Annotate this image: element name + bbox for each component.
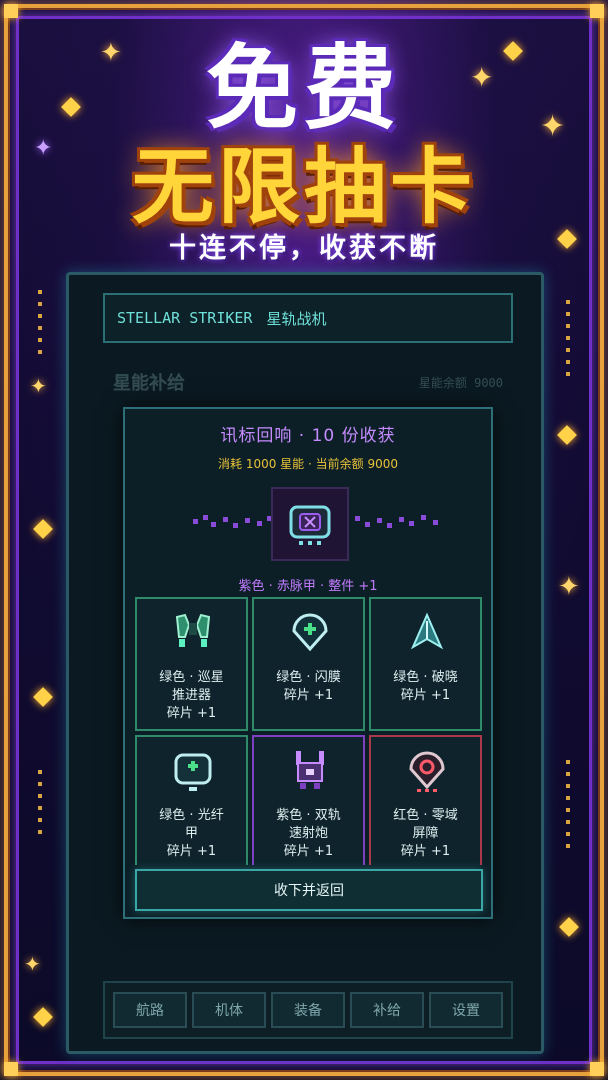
cannon-icon <box>296 751 324 789</box>
nav-ship[interactable]: 机体 <box>192 992 266 1028</box>
card-text: 绿色 · 破晓 碎片 +1 <box>393 670 458 703</box>
card-text: 绿色 · 巡星 推进器 碎片 +1 <box>159 670 224 721</box>
result-card[interactable]: 绿色 · 破晓 碎片 +1 <box>369 597 482 731</box>
sparkle-trail-left <box>189 513 279 529</box>
result-card[interactable]: 绿色 · 巡星 推进器 碎片 +1 <box>135 597 248 731</box>
dot-rail <box>38 290 42 362</box>
result-grid: 绿色 · 巡星 推进器 碎片 +1 绿色 · 闪膜 碎片 +1 绿色 · 破晓 … <box>135 597 483 865</box>
dot-rail <box>38 770 42 842</box>
card-text: 红色 · 零域 屏障 碎片 +1 <box>393 808 458 859</box>
modal-title: 讯标回响 · 10 份收获 <box>220 426 396 446</box>
nav-equipment[interactable]: 装备 <box>271 992 345 1028</box>
promo-subtitle: 十连不停，收获不断 <box>169 233 439 264</box>
result-card[interactable]: 绿色 · 闪膜 碎片 +1 <box>252 597 365 731</box>
frame-corner <box>590 1062 604 1076</box>
barrier-icon <box>409 751 445 792</box>
promo-title-main: 无限抽卡 <box>131 140 476 235</box>
dot-rail <box>566 760 570 856</box>
featured-label: 紫色 · 赤脉甲 · 整件 +1 <box>238 579 378 594</box>
result-card[interactable]: 绿色 · 光纤甲碎片 +1 <box>135 735 248 865</box>
nav-settings[interactable]: 设置 <box>429 992 503 1028</box>
supply-section-header: 星能补给 星能余额 9000 <box>113 367 503 397</box>
app-name-en: STELLAR STRIKER <box>117 309 253 327</box>
nav-supply[interactable]: 补给 <box>350 992 424 1028</box>
section-title: 星能补给 <box>113 373 185 394</box>
shield-emblem-icon <box>289 505 331 545</box>
card-text: 紫色 · 双轨 速射炮 碎片 +1 <box>276 808 341 859</box>
sparkle-icon: ✦ <box>558 572 580 602</box>
card-text: 绿色 · 光纤甲碎片 +1 <box>159 808 224 859</box>
featured-item[interactable] <box>271 487 349 561</box>
thruster-icon <box>175 613 211 647</box>
nav-route[interactable]: 航路 <box>113 992 187 1028</box>
promo-stage: ✦ ✦ ✦ ✦ ✦ ✦ ✦ 免费 无限抽卡 十连不停，收获不断 STELLAR … <box>0 0 608 1080</box>
sparkle-icon: ✦ <box>24 952 41 976</box>
game-screen: STELLAR STRIKER 星轨战机 星能补给 星能余额 9000 讯标回响… <box>66 272 544 1054</box>
sparkle-icon: ✦ <box>30 374 47 398</box>
modal-subtitle: 消耗 1000 星能 · 当前余额 9000 <box>218 457 398 471</box>
app-name-cn: 星轨战机 <box>266 309 327 328</box>
draw-result-modal: 讯标回响 · 10 份收获 消耗 1000 星能 · 当前余额 9000 紫色 … <box>123 407 493 919</box>
app-header: STELLAR STRIKER 星轨战机 <box>103 293 513 343</box>
dot-rail <box>566 300 570 384</box>
card-text: 绿色 · 闪膜 碎片 +1 <box>276 670 341 703</box>
result-card[interactable]: 紫色 · 双轨 速射炮 碎片 +1 <box>252 735 365 865</box>
result-card[interactable]: 红色 · 零域 屏障 碎片 +1 <box>369 735 482 865</box>
section-balance: 星能余额 9000 <box>418 375 503 390</box>
confirm-return-button[interactable]: 收下并返回 <box>135 869 483 911</box>
arrow-ship-icon <box>410 612 444 650</box>
sparkle-trail-right <box>351 513 441 529</box>
bottom-nav: 航路 机体 装备 补给 设置 <box>103 981 513 1039</box>
frame-corner <box>4 1062 18 1076</box>
shield-pin-icon <box>292 613 328 652</box>
armor-icon <box>174 753 212 791</box>
